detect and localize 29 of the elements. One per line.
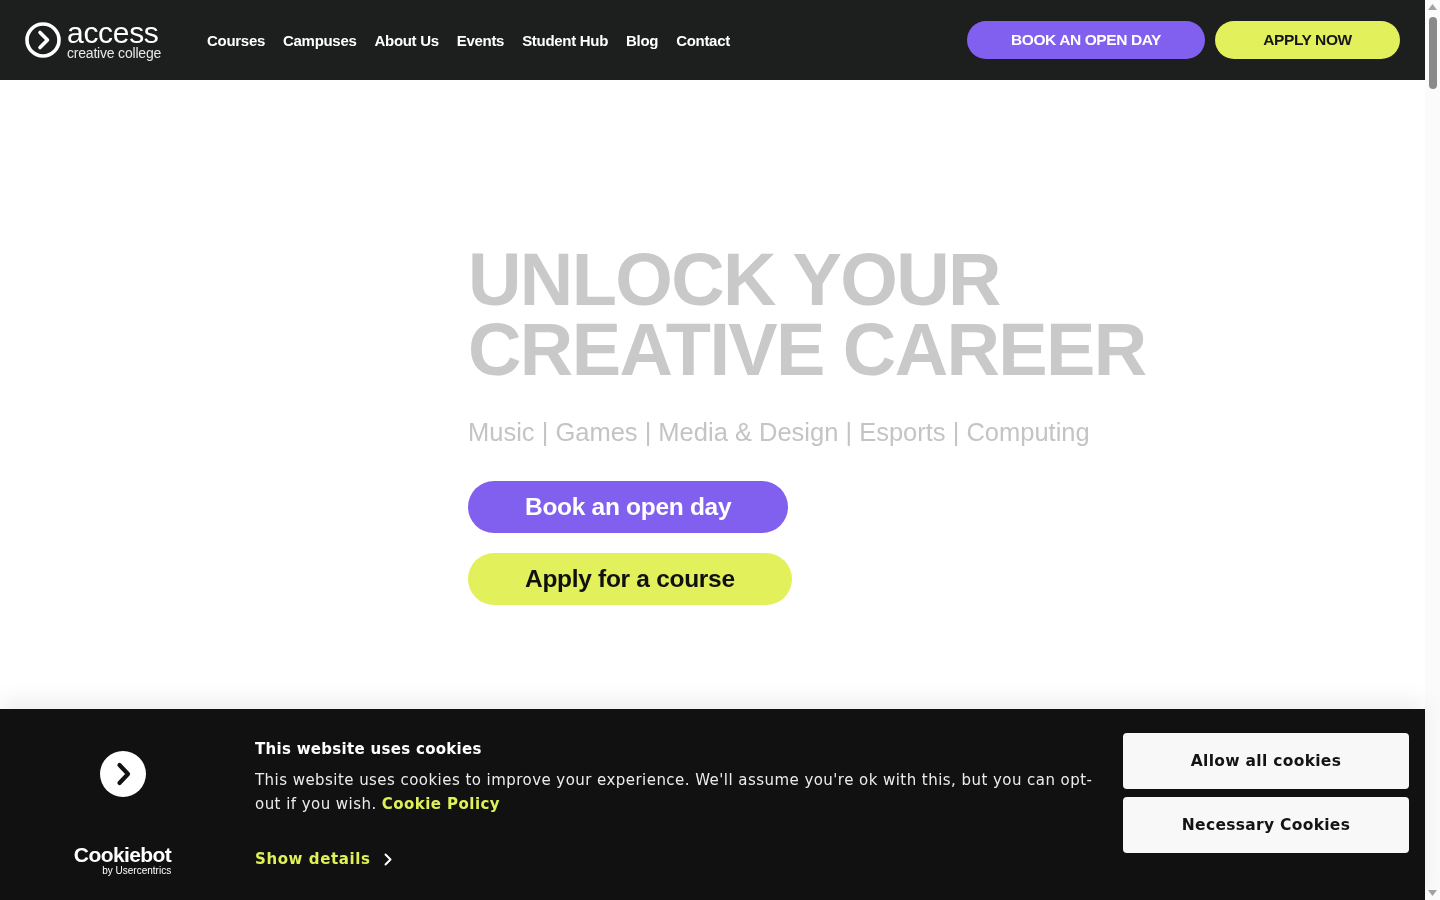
nav-link[interactable]: Courses [207,31,265,49]
allow-all-cookies-button[interactable]: Allow all cookies [1123,733,1409,789]
necessary-cookies-button[interactable]: Necessary Cookies [1123,797,1409,853]
cookie-policy-link[interactable]: Cookie Policy [381,795,501,813]
hero-subtitle: Music | Games | Media & Design | Esports | Computing [468,417,1090,447]
show-details-link[interactable]: Show details [255,847,371,871]
logo-chevron-icon[interactable] [25,22,61,58]
cookie-title: This website uses cookies [255,739,483,759]
apply-course-button[interactable]: Apply for a course [468,553,792,605]
logo-tagline: creative college [67,45,162,61]
brand-name: Cookiebot [73,845,172,865]
nav-link[interactable]: Contact [676,31,730,49]
scroll-down-icon[interactable] [1428,890,1437,896]
cookie-message: This website uses cookies to improve your experience. We'll assume you're ok with this, but you can opt-out if you wish. Cookie Policy [255,770,1094,815]
nav-link[interactable]: Events [456,31,505,49]
scrollbar-thumb[interactable] [1428,17,1437,89]
scroll-up-icon[interactable] [1428,4,1437,10]
chevron-right-icon[interactable] [384,852,393,866]
book-open-day-button[interactable]: BOOK AN OPEN DAY [966,21,1205,59]
scrollbar[interactable] [1425,0,1440,900]
chevron-circle-icon [99,751,146,797]
nav-link[interactable]: Blog [626,31,659,49]
nav-link[interactable]: Student Hub [522,31,608,49]
nav-link[interactable]: About Us [374,31,439,49]
nav-link[interactable]: Campuses [283,31,357,49]
logo-name: access [67,19,159,46]
book-open-day-button[interactable]: Book an open day [468,481,789,533]
apply-now-button[interactable]: APPLY NOW [1215,21,1400,59]
brand-byline: by Usercentrics [102,865,172,876]
